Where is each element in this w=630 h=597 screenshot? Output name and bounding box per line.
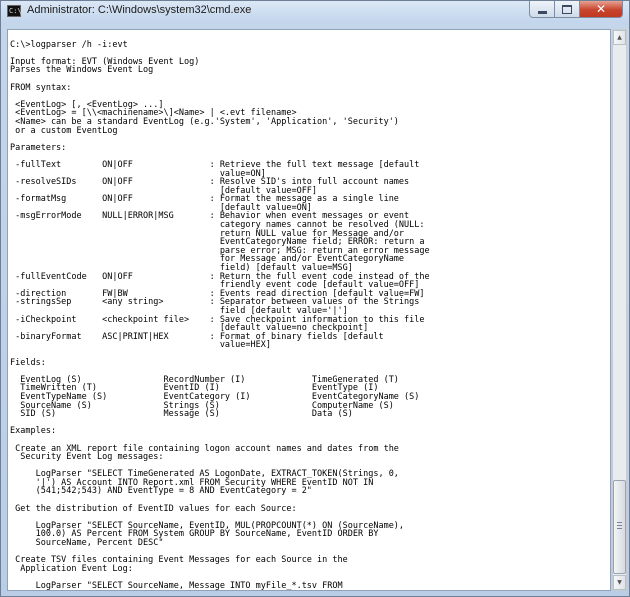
console-line: SourceName, Percent DESC" bbox=[35, 538, 164, 549]
scroll-down-icon: ▼ bbox=[617, 579, 622, 586]
console-line: \\MYSERVER1\Application, \\MYSERVER2\App… bbox=[10, 590, 286, 591]
console-line: Fields: bbox=[10, 357, 46, 368]
console-line: (541;542;543) AND EventType = 8 AND Even… bbox=[35, 486, 312, 497]
scroll-down-button[interactable]: ▼ bbox=[613, 575, 626, 590]
cmd-window: C:\ Administrator: C:\Windows\system32\c… bbox=[0, 0, 630, 597]
window-title: Administrator: C:\Windows\system32\cmd.e… bbox=[27, 4, 252, 16]
minimize-icon bbox=[537, 10, 547, 14]
maximize-button[interactable] bbox=[555, 1, 580, 18]
close-button[interactable]: ✕ bbox=[580, 1, 623, 18]
console-line: FROM syntax: bbox=[10, 82, 72, 93]
console-line: Parses the Windows Event Log bbox=[10, 65, 154, 76]
console-output[interactable]: C:\>logparser /h -i:evt Input format: EV… bbox=[7, 29, 611, 591]
console-line: Get the distribution of EventID values f… bbox=[15, 503, 297, 514]
cmd-app-icon[interactable]: C:\ bbox=[7, 5, 22, 17]
maximize-icon bbox=[562, 4, 572, 14]
console-line: or a custom EventLog bbox=[15, 125, 118, 136]
minimize-button[interactable] bbox=[529, 1, 555, 18]
console-line: value=HEX] bbox=[219, 340, 271, 351]
console-line: Application Event Log: bbox=[20, 563, 133, 574]
console-line: C:\>logparser /h -i:evt bbox=[10, 39, 128, 50]
vertical-scrollbar[interactable]: ▲ ▼ bbox=[612, 29, 627, 591]
scroll-up-button[interactable]: ▲ bbox=[613, 30, 626, 45]
close-icon: ✕ bbox=[595, 2, 607, 16]
console-line: SID (S) Message (S) Data (S) bbox=[20, 409, 353, 420]
scroll-up-icon: ▲ bbox=[617, 34, 622, 41]
title-bar[interactable]: C:\ Administrator: C:\Windows\system32\c… bbox=[1, 1, 629, 23]
console-text: C:\>logparser /h -i:evt Input format: EV… bbox=[8, 30, 610, 591]
window-controls: ✕ bbox=[529, 1, 623, 19]
console-line: Examples: bbox=[10, 426, 57, 437]
scrollbar-thumb[interactable] bbox=[613, 480, 626, 574]
console-line: Parameters: bbox=[10, 142, 67, 153]
console-line: Security Event Log messages: bbox=[20, 452, 164, 463]
thumb-grip-icon bbox=[617, 522, 622, 531]
